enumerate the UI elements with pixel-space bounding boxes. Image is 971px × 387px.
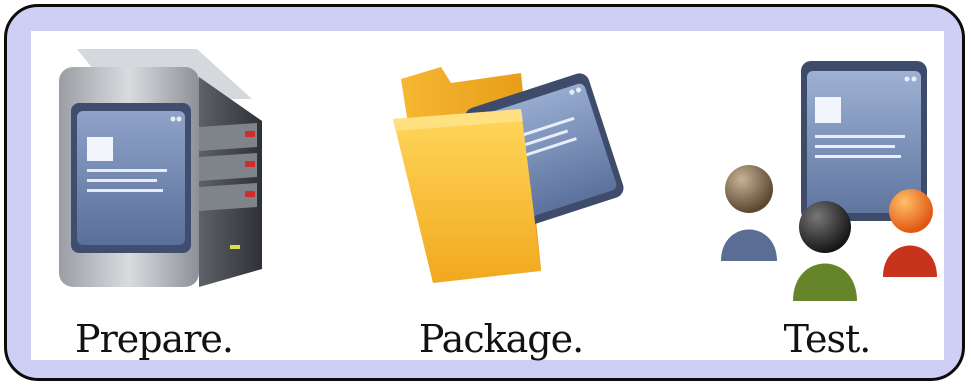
folder-icon: [393, 67, 624, 283]
step-label-package: Package.: [418, 317, 584, 361]
process-frame: Prepare. Package. Test.: [4, 4, 965, 381]
step-package: Package.: [371, 31, 631, 361]
process-panel: Prepare. Package. Test.: [31, 31, 947, 361]
step-label-test: Test.: [783, 317, 872, 361]
step-label-prepare: Prepare.: [75, 317, 234, 361]
step-prepare: Prepare.: [47, 31, 287, 361]
server-icon: [59, 49, 262, 287]
users-window-icon: [721, 61, 937, 301]
step-test: Test.: [707, 31, 947, 361]
